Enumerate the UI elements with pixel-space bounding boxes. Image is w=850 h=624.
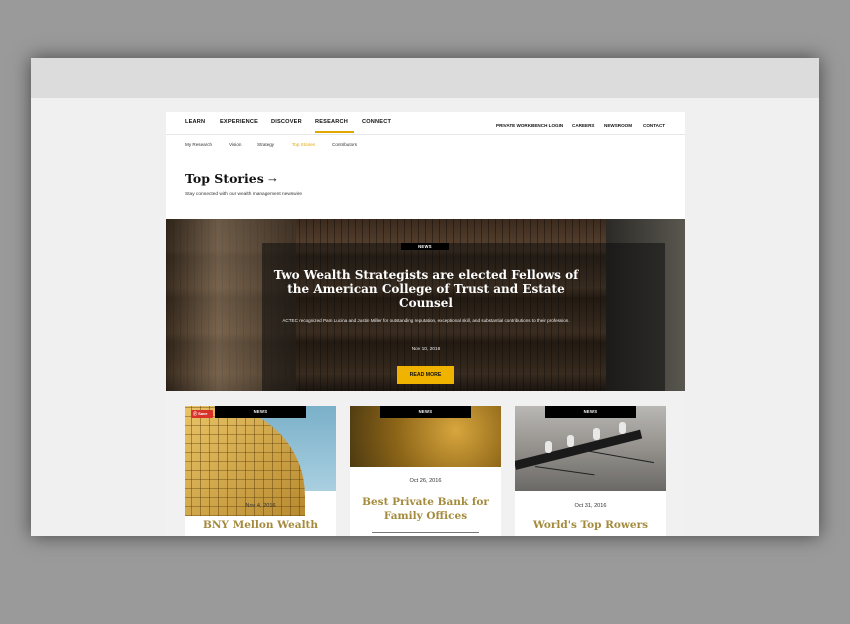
page-title: Top Stories [185, 171, 264, 186]
card-title[interactable]: BNY Mellon Wealth [191, 518, 330, 532]
browser-frame: LEARN EXPERIENCE DISCOVER RESEARCH CONNE… [31, 58, 819, 536]
arrow-right-icon[interactable]: → [266, 170, 279, 185]
card-date: Oct 26, 2016 [409, 478, 442, 484]
card-date: Oct 31, 2016 [574, 503, 607, 509]
page-subtitle: Stay connected with our wealth managemen… [185, 192, 303, 197]
nav-experience[interactable]: EXPERIENCE [220, 119, 258, 125]
hero-title[interactable]: Two Wealth Strategists are elected Fello… [261, 268, 591, 310]
nav-discover[interactable]: DISCOVER [271, 119, 302, 125]
card-title[interactable]: World's Top Rowers [521, 518, 660, 532]
card-divider [372, 532, 479, 533]
news-card[interactable]: ⓟ Save NEWS Nov 4, 2016 BNY Mellon Wealt… [185, 406, 336, 536]
subnav-strategy[interactable]: Strategy [257, 142, 274, 147]
subnav-vision[interactable]: Vision [229, 142, 241, 147]
newsroom-link[interactable]: NEWSROOM [604, 123, 632, 128]
primary-nav: LEARN EXPERIENCE DISCOVER RESEARCH CONNE… [166, 112, 685, 135]
hero-news-badge: NEWS [401, 243, 449, 250]
careers-link[interactable]: CAREERS [572, 123, 594, 128]
card-title[interactable]: Best Private Bank for Family Offices [356, 495, 495, 523]
news-card[interactable]: NEWS Oct 31, 2016 World's Top Rowers [515, 406, 666, 536]
contact-link[interactable]: CONTACT [643, 123, 665, 128]
pinterest-save-button[interactable]: ⓟ Save [191, 410, 213, 418]
pin-icon: ⓟ [193, 411, 197, 416]
hero-description: ACTEC recognized Pam Lucina and Justin M… [282, 318, 570, 323]
nav-connect[interactable]: CONNECT [362, 119, 391, 125]
hero-banner: NEWS Two Wealth Strategists are elected … [166, 219, 685, 391]
card-image [515, 406, 666, 491]
nav-learn[interactable]: LEARN [185, 119, 205, 125]
card-image [185, 406, 336, 516]
private-workbench-login-link[interactable]: PRIVATE WORKBENCH LOGIN [496, 123, 563, 128]
web-page: LEARN EXPERIENCE DISCOVER RESEARCH CONNE… [166, 112, 685, 536]
nav-active-underline [315, 131, 354, 133]
news-card[interactable]: NEWS Oct 26, 2016 Best Private Bank for … [350, 406, 501, 536]
subnav-top-stories[interactable]: Top Stories [292, 142, 315, 147]
nav-research[interactable]: RESEARCH [315, 119, 348, 125]
subnav-my-research[interactable]: My Research [185, 142, 212, 147]
browser-top-bar [31, 58, 819, 98]
hero-date: Nov 10, 2016 [411, 347, 441, 352]
read-more-button[interactable]: READ MORE [397, 366, 454, 384]
card-date: Nov 4, 2016 [245, 503, 276, 509]
subnav-contributors[interactable]: Contributors [332, 142, 357, 147]
card-news-badge: NEWS [545, 406, 636, 418]
card-news-badge: NEWS [380, 406, 471, 418]
card-news-badge: NEWS [215, 406, 306, 418]
hero-overlay [262, 243, 665, 391]
